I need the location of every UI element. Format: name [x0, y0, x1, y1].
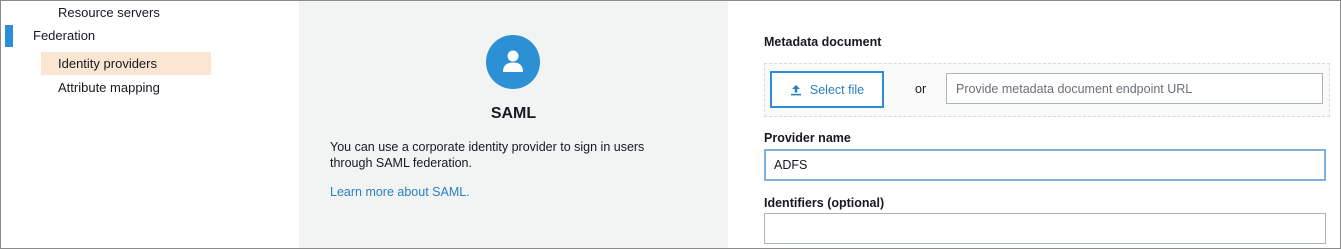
- identifiers-input[interactable]: [764, 213, 1326, 244]
- sidebar-item-identity-providers[interactable]: Identity providers: [41, 52, 211, 75]
- provider-name-label: Provider name: [764, 131, 851, 145]
- sidebar-item-attribute-mapping[interactable]: Attribute mapping: [58, 80, 160, 95]
- provider-form: Metadata document Select file or Provide…: [728, 1, 1340, 248]
- sidebar-item-label: Identity providers: [58, 56, 157, 71]
- metadata-url-input[interactable]: [946, 73, 1323, 104]
- metadata-document-label: Metadata document: [764, 35, 882, 49]
- section-marker: [5, 25, 13, 47]
- metadata-dropzone: Select file or: [764, 63, 1330, 117]
- sidebar-nav: Resource servers Federation Identity pro…: [1, 1, 289, 248]
- provider-name-input[interactable]: [764, 149, 1326, 181]
- sidebar-item-resource-servers[interactable]: Resource servers: [58, 5, 160, 20]
- provider-description: You can use a corporate identity provide…: [330, 140, 645, 170]
- provider-info-panel: SAML You can use a corporate identity pr…: [299, 1, 728, 248]
- provider-title: SAML: [490, 105, 537, 122]
- identifiers-label: Identifiers (optional): [764, 196, 885, 210]
- app-window: Resource servers Federation Identity pro…: [0, 0, 1341, 249]
- sidebar-section-federation[interactable]: Federation: [33, 28, 95, 43]
- select-file-label: Select file: [809, 82, 865, 97]
- user-icon: [486, 35, 540, 89]
- select-file-button[interactable]: Select file: [770, 71, 884, 108]
- or-separator: or: [915, 82, 927, 96]
- upload-icon: [790, 84, 801, 95]
- learn-more-link[interactable]: Learn more about SAML.: [330, 185, 470, 199]
